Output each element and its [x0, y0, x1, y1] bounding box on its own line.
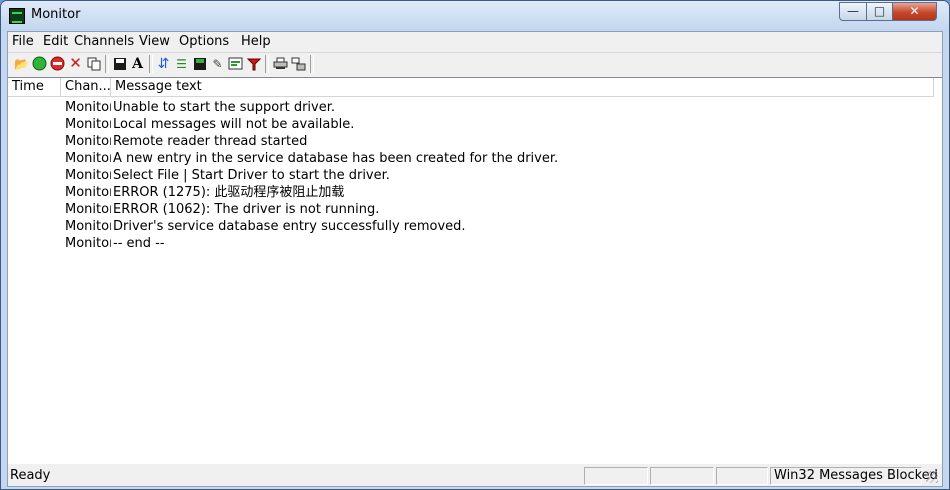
status-bar: Ready Win32 Messages Blocked	[8, 465, 942, 486]
message-list[interactable]: Time Chan... Message text Monitor Unable …	[8, 77, 942, 464]
window-title: Monitor	[31, 7, 81, 22]
status-panel	[584, 467, 648, 485]
cell-channel: Monitor	[65, 219, 111, 234]
save-log-icon[interactable]	[191, 55, 208, 72]
cell-message: Select File | Start Driver to start the …	[113, 168, 390, 183]
stop-icon[interactable]	[49, 55, 66, 72]
cell-message: A new entry in the service database has …	[113, 151, 559, 166]
print-icon[interactable]	[272, 55, 289, 72]
menu-edit[interactable]: Edit	[43, 34, 68, 49]
list-row[interactable]: Monitor Remote reader thread started	[8, 133, 934, 150]
menu-file[interactable]: File	[12, 34, 34, 49]
cell-channel: Monitor	[65, 236, 111, 251]
status-panel	[650, 467, 714, 485]
toolbar-separator	[149, 55, 153, 73]
status-ready-text: Ready	[10, 468, 51, 483]
cell-message: Unable to start the support driver.	[113, 100, 336, 115]
cell-channel: Monitor	[65, 134, 111, 149]
list-row[interactable]: Monitor ERROR (1275): 此驱动程序被阻止加载	[8, 184, 934, 201]
status-panel-messages-blocked: Win32 Messages Blocked	[770, 467, 938, 485]
cell-channel: Monitor	[65, 100, 111, 115]
monitor-app-icon[interactable]	[9, 8, 25, 24]
save-icon[interactable]	[111, 55, 128, 72]
cell-channel: Monitor	[65, 168, 111, 183]
cell-channel: Monitor	[65, 117, 111, 132]
cell-channel: Monitor	[65, 185, 111, 200]
cell-message: ERROR (1062): The driver is not running.	[113, 202, 380, 217]
list-row[interactable]: Monitor Select File | Start Driver to sta…	[8, 167, 934, 184]
print-setup-icon[interactable]	[290, 55, 307, 72]
toolbar-separator	[105, 55, 109, 73]
open-icon[interactable]: 📂	[13, 55, 30, 72]
client-area: File Edit Channels View Options Help 📂 ✕…	[7, 31, 943, 487]
copy-icon[interactable]	[85, 55, 102, 72]
cell-channel: Monitor	[65, 151, 111, 166]
list-rows: Monitor Unable to start the support drive…	[8, 99, 934, 252]
list-row[interactable]: Monitor Unable to start the support drive…	[8, 99, 934, 116]
list-row[interactable]: Monitor ERROR (1062): The driver is not r…	[8, 201, 934, 218]
title-bar[interactable]: Monitor — □ ✕	[1, 1, 949, 31]
cell-message: Local messages will not be available.	[113, 117, 355, 132]
start-icon[interactable]	[31, 55, 48, 72]
cell-message: -- end --	[113, 236, 165, 251]
resize-grip[interactable]	[926, 471, 938, 483]
list-row[interactable]: Monitor Local messages will not be availa…	[8, 116, 934, 133]
menu-options[interactable]: Options	[179, 34, 229, 49]
toolbar-separator	[265, 55, 269, 73]
cell-message: Remote reader thread started	[113, 134, 308, 149]
list-row[interactable]: Monitor -- end --	[8, 235, 934, 252]
close-button[interactable]: ✕	[892, 2, 937, 21]
cell-message: ERROR (1275): 此驱动程序被阻止加载	[113, 185, 345, 200]
status-messages-blocked: Win32 Messages Blocked	[774, 468, 938, 483]
highlight-icon[interactable]: ✎	[209, 55, 226, 72]
list-row[interactable]: Monitor A new entry in the service databa…	[8, 150, 934, 167]
monitor-window: Monitor — □ ✕ File Edit Channels View Op…	[0, 0, 950, 490]
menu-channels[interactable]: Channels	[74, 34, 134, 49]
maximize-button[interactable]: □	[866, 2, 893, 21]
list-header: Time Chan... Message text	[8, 78, 934, 97]
menu-help[interactable]: Help	[241, 34, 271, 49]
status-panel	[716, 467, 768, 485]
column-time[interactable]: Time	[8, 78, 61, 96]
filter-icon[interactable]	[245, 55, 262, 72]
minimize-button[interactable]: —	[839, 2, 867, 21]
column-channel[interactable]: Chan...	[61, 78, 111, 96]
menu-bar: File Edit Channels View Options Help	[8, 32, 942, 51]
filter-list-icon[interactable]	[227, 55, 244, 72]
clear-icon[interactable]: ✕	[67, 55, 84, 72]
autoscroll-icon[interactable]: ⇵	[155, 55, 172, 72]
list-row[interactable]: Monitor Driver's service database entry s…	[8, 218, 934, 235]
find-icon[interactable]: ☰	[173, 55, 190, 72]
toolbar-separator	[310, 55, 314, 73]
font-icon[interactable]: A	[129, 55, 146, 72]
cell-channel: Monitor	[65, 202, 111, 217]
cell-message: Driver's service database entry successf…	[113, 219, 466, 234]
menu-view[interactable]: View	[139, 34, 170, 49]
column-message[interactable]: Message text	[111, 78, 934, 96]
toolbar: 📂 ✕ A ⇵ ☰ ✎	[8, 52, 942, 75]
